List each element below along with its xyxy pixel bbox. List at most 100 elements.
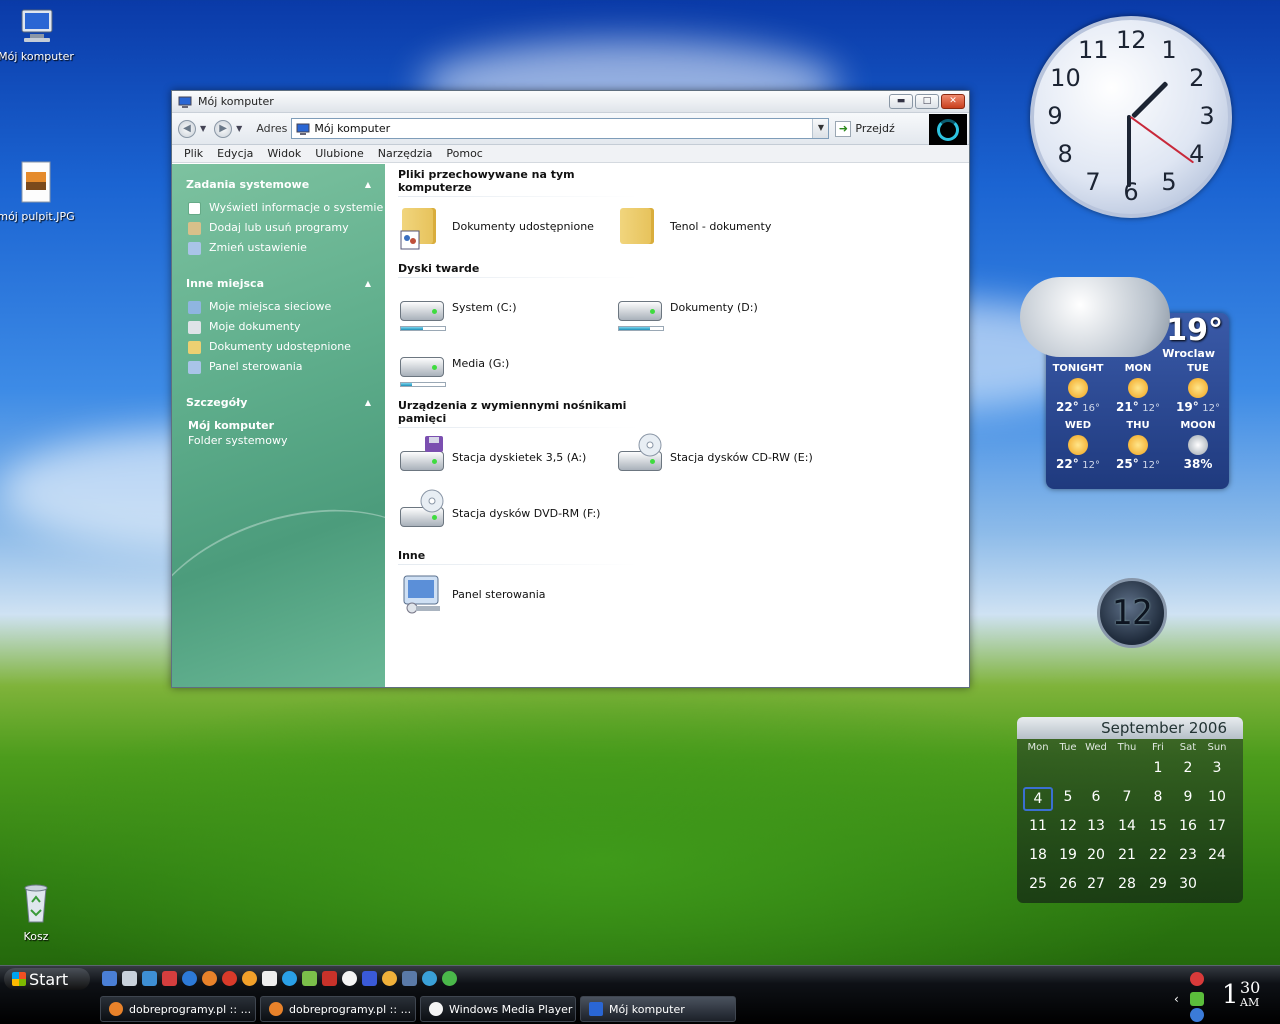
messenger-icon[interactable] [242,971,257,986]
maximize-button[interactable]: □ [915,94,939,109]
firefox-icon[interactable] [202,971,217,986]
calendar-day[interactable]: 12 [1053,816,1083,840]
calendar-day[interactable]: 14 [1112,816,1142,840]
menu-edit[interactable]: Edycja [217,147,253,160]
calendar-day[interactable]: 27 [1081,874,1111,898]
show-desktop-icon[interactable] [102,971,117,986]
other-places-header[interactable]: Inne miejsca ▲ [186,277,385,290]
notepad-icon[interactable] [262,971,277,986]
explorer-icon[interactable] [122,971,137,986]
digital-clock-gadget[interactable]: 12 [1097,578,1167,648]
forward-history-dropdown[interactable]: ▼ [236,124,242,133]
tray-network-icon[interactable] [1190,992,1204,1006]
folder-icon[interactable] [402,971,417,986]
collapse-chevron-icon[interactable]: ▲ [365,180,371,189]
calendar-day[interactable]: 26 [1053,874,1083,898]
back-button[interactable]: ◀ [178,119,196,138]
collapse-chevron-icon[interactable]: ▲ [365,398,371,407]
drive-e[interactable]: Stacja dysków CD-RW (E:) [616,429,834,485]
tips-icon[interactable] [422,971,437,986]
item-shared-documents[interactable]: Dokumenty udostępnione [398,198,616,254]
calendar-gadget[interactable]: September 2006 Mon Tue Wed Thu Fri Sat Sun 1 2 3 4… [1017,717,1243,903]
address-dropdown-button[interactable]: ▼ [812,119,829,138]
system-tasks-header[interactable]: Zadania systemowe ▲ [186,178,385,191]
drive-f[interactable]: Stacja dysków DVD-RM (F:) [398,485,616,541]
calendar-day[interactable]: 8 [1143,787,1173,811]
back-history-dropdown[interactable]: ▼ [200,124,206,133]
calendar-day[interactable]: 18 [1023,845,1053,869]
calendar-day[interactable]: 10 [1202,787,1232,811]
calendar-day[interactable]: 11 [1023,816,1053,840]
menu-favorites[interactable]: Ulubione [315,147,364,160]
task-change-setting[interactable]: Zmień ustawienie [188,241,385,255]
desktop-icon-my-computer[interactable]: Mój komputer [0,6,76,63]
calendar-day[interactable]: 21 [1112,845,1142,869]
task-button-media-player[interactable]: Windows Media Player [420,996,576,1022]
weather-gadget[interactable]: 19° Wroclaw TONIGHT 22° 16° MON 21° 12° … [1020,277,1229,489]
menu-tools[interactable]: Narzędzia [378,147,433,160]
app-icon[interactable] [382,971,397,986]
acrobat-icon[interactable] [322,971,337,986]
calendar-day[interactable]: 22 [1143,845,1173,869]
calendar-day[interactable]: 4 [1023,787,1053,811]
calendar-day[interactable]: 15 [1143,816,1173,840]
place-control-panel[interactable]: Panel sterowania [188,360,385,374]
window-titlebar[interactable]: Mój komputer ▬ □ ✕ [172,91,969,113]
calendar-day[interactable]: 1 [1143,758,1173,782]
details-header[interactable]: Szczegóły ▲ [186,396,385,409]
calendar-day[interactable]: 9 [1173,787,1203,811]
calendar-day[interactable]: 7 [1112,787,1142,811]
desktop-icon-jpg-file[interactable]: mój pulpit.JPG [0,160,76,223]
drive-c[interactable]: System (C:) [398,279,616,335]
tray-update-icon[interactable] [1190,1008,1204,1022]
task-button-browser-2[interactable]: dobreprogramy.pl :: ... [260,996,416,1022]
tray-app-icon[interactable] [1190,972,1204,986]
drive-a[interactable]: Stacja dyskietek 3,5 (A:) [398,429,616,485]
drive-g[interactable]: Media (G:) [398,335,616,391]
address-bar[interactable]: Mój komputer ▼ [291,118,830,139]
calendar-day[interactable]: 28 [1112,874,1142,898]
info-icon[interactable] [442,971,457,986]
place-network[interactable]: Moje miejsca sieciowe [188,300,385,314]
task-add-remove-programs[interactable]: Dodaj lub usuń programy [188,221,385,235]
minimize-button[interactable]: ▬ [889,94,913,109]
item-control-panel[interactable]: Panel sterowania [398,566,616,622]
tray-expand-chevron-icon[interactable]: ‹ [1174,992,1179,1006]
calendar-day[interactable]: 13 [1081,816,1111,840]
calendar-day[interactable]: 29 [1143,874,1173,898]
place-shared-documents[interactable]: Dokumenty udostępnione [188,340,385,354]
opera-icon[interactable] [222,971,237,986]
analog-clock-gadget[interactable]: 12 1 2 3 4 5 6 7 8 9 10 11 [1030,16,1232,218]
skype-icon[interactable] [282,971,297,986]
close-button[interactable]: ✕ [941,94,965,109]
calendar-day[interactable]: 5 [1053,787,1083,811]
calendar-day[interactable]: 24 [1202,845,1232,869]
calendar-day[interactable]: 19 [1053,845,1083,869]
calendar-day[interactable]: 3 [1202,758,1232,782]
calendar-day[interactable]: 2 [1173,758,1203,782]
start-button[interactable]: Start [4,968,90,990]
task-view-system-info[interactable]: Wyświetl informacje o systemie [188,201,385,215]
calendar-day[interactable]: 6 [1081,787,1111,811]
antivirus-icon[interactable] [162,971,177,986]
calendar-day[interactable]: 20 [1081,845,1111,869]
calendar-day[interactable]: 25 [1023,874,1053,898]
calendar-day[interactable]: 17 [1202,816,1232,840]
menu-help[interactable]: Pomoc [446,147,482,160]
task-button-my-computer[interactable]: Mój komputer [580,996,736,1022]
menu-view[interactable]: Widok [267,147,301,160]
desktop-icon-recycle-bin[interactable]: Kosz [0,880,76,943]
forward-button[interactable]: ▶ [214,119,233,138]
calendar-day[interactable]: 30 [1173,874,1203,898]
go-button[interactable]: ➜ Przejdź [835,120,895,137]
collapse-chevron-icon[interactable]: ▲ [365,279,371,288]
font-icon[interactable] [362,971,377,986]
menu-file[interactable]: Plik [184,147,203,160]
place-my-documents[interactable]: Moje dokumenty [188,320,385,334]
calendar-day[interactable]: 16 [1173,816,1203,840]
network-icon[interactable] [142,971,157,986]
torrent-icon[interactable] [302,971,317,986]
internet-explorer-icon[interactable] [182,971,197,986]
media-player-icon[interactable] [342,971,357,986]
item-tenol-documents[interactable]: Tenol - dokumenty [616,198,834,254]
